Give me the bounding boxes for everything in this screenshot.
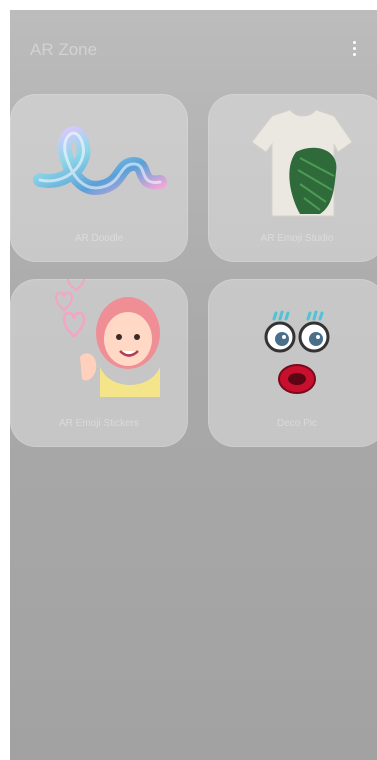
tile-deco-pic[interactable]: Deco Pic: [208, 279, 377, 447]
tile-ar-doodle[interactable]: AR Doodle: [10, 94, 188, 262]
ar-zone-screen: AR Zone AR Doodle AR Emoji Studio AR Emo…: [10, 10, 377, 760]
tile-ar-emoji-studio[interactable]: AR Emoji Studio: [208, 94, 377, 262]
tile-label: Deco Pic: [276, 418, 317, 429]
page-title: AR Zone: [30, 40, 98, 59]
tile-ar-emoji-stickers[interactable]: AR Emoji Stickers: [10, 279, 188, 447]
tile-label: AR Emoji Studio: [260, 233, 334, 244]
tile-label: AR Emoji Stickers: [58, 418, 139, 429]
tile-label: AR Doodle: [74, 233, 124, 244]
more-options-icon[interactable]: [345, 37, 363, 59]
